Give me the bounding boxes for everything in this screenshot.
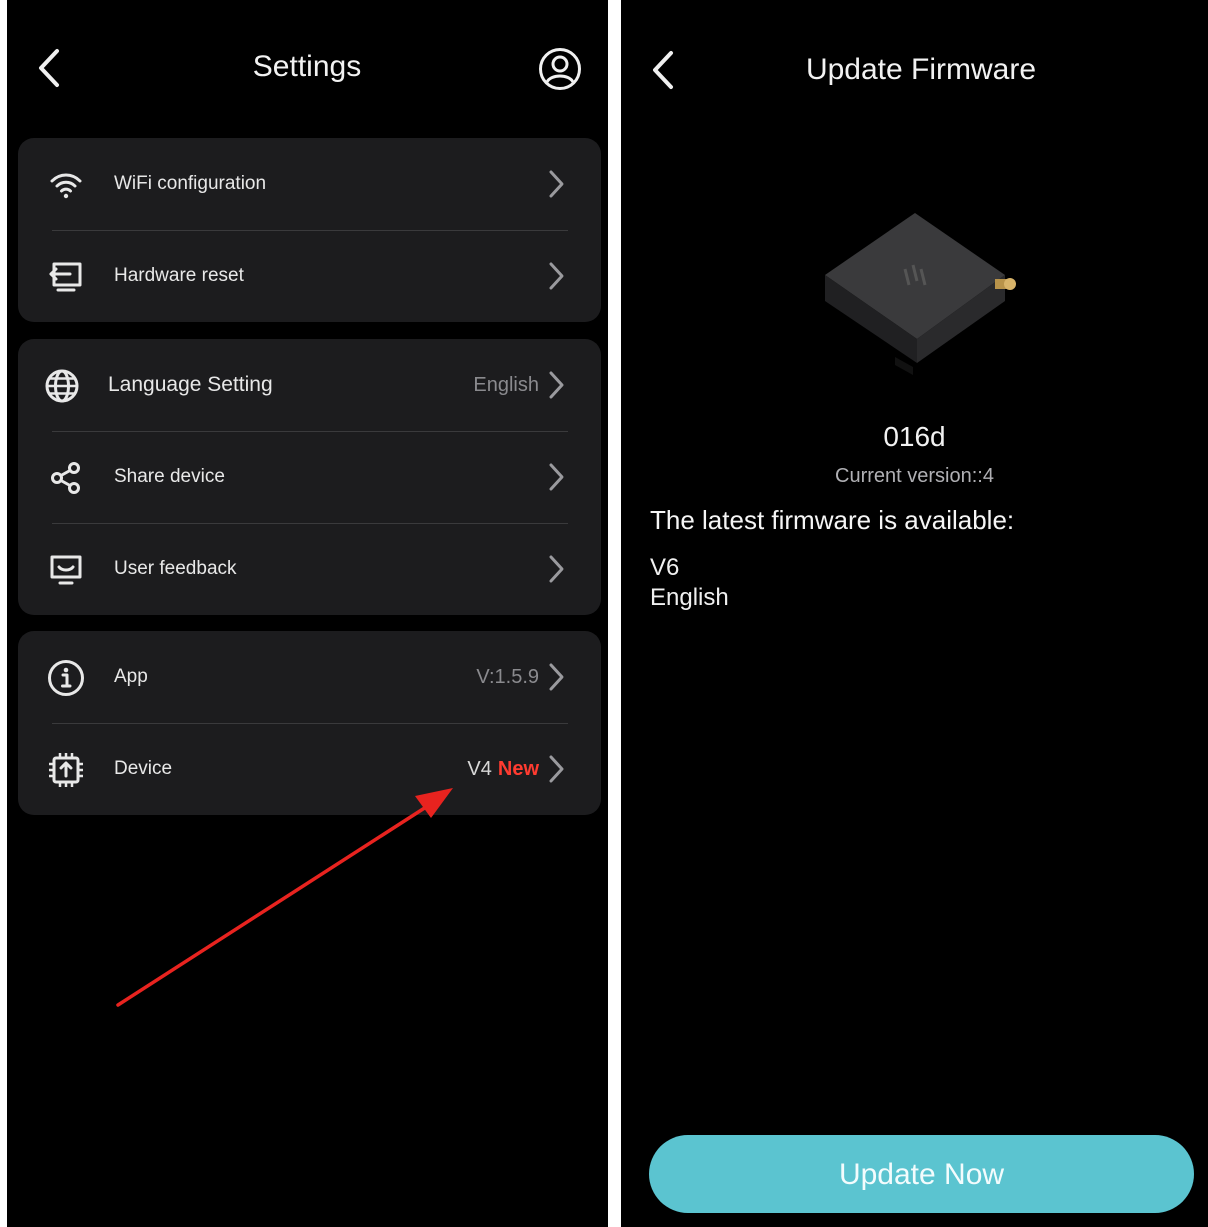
latest-version-text: V6 [650, 554, 680, 581]
page-title: Update Firmware [805, 53, 1037, 86]
device-name: 016d [883, 421, 946, 452]
firmware-screen: Update Firmware 016d Current version::4 … [621, 0, 1208, 1227]
latest-language-text: English [650, 584, 729, 611]
firmware-available-heading: The latest firmware is available: [650, 505, 1015, 535]
current-version-text: Current version::4 [835, 465, 994, 487]
annotation-arrow [116, 788, 453, 1007]
update-now-button[interactable]: Update Now [649, 1135, 1194, 1213]
settings-screen: Settings WiFi configuration Hardware res… [7, 0, 608, 1227]
chevron-left-icon [653, 51, 673, 89]
back-button[interactable] [643, 50, 683, 90]
device-image [825, 213, 1016, 375]
